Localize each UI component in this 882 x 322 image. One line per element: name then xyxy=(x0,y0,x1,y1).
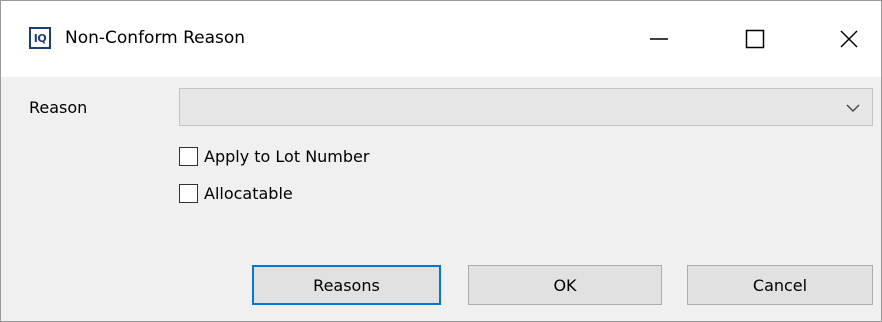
cancel-button[interactable]: Cancel xyxy=(687,265,873,305)
allocatable-checkbox[interactable] xyxy=(179,184,198,203)
apply-lot-label: Apply to Lot Number xyxy=(204,147,370,166)
apply-lot-checkbox[interactable] xyxy=(179,147,198,166)
dialog-window: IQ Non-Conform Reason Reason Apply to Lo… xyxy=(0,0,882,322)
allocatable-option[interactable]: Allocatable xyxy=(179,184,293,203)
maximize-button[interactable] xyxy=(723,1,787,77)
reason-label: Reason xyxy=(29,98,88,117)
app-logo-text: IQ xyxy=(33,31,47,45)
reasons-button[interactable]: Reasons xyxy=(252,265,441,305)
maximize-icon xyxy=(745,29,765,49)
close-icon xyxy=(840,30,858,48)
close-button[interactable] xyxy=(817,1,881,77)
window-title: Non-Conform Reason xyxy=(65,28,246,48)
chevron-down-icon xyxy=(846,104,860,112)
minimize-icon xyxy=(650,38,668,40)
title-bar[interactable]: IQ Non-Conform Reason xyxy=(1,1,881,77)
reason-dropdown[interactable] xyxy=(179,88,873,126)
apply-lot-option[interactable]: Apply to Lot Number xyxy=(179,147,369,166)
app-logo-icon: IQ xyxy=(29,27,51,49)
allocatable-label: Allocatable xyxy=(204,184,293,203)
ok-button[interactable]: OK xyxy=(468,265,662,305)
minimize-button[interactable] xyxy=(627,1,691,77)
